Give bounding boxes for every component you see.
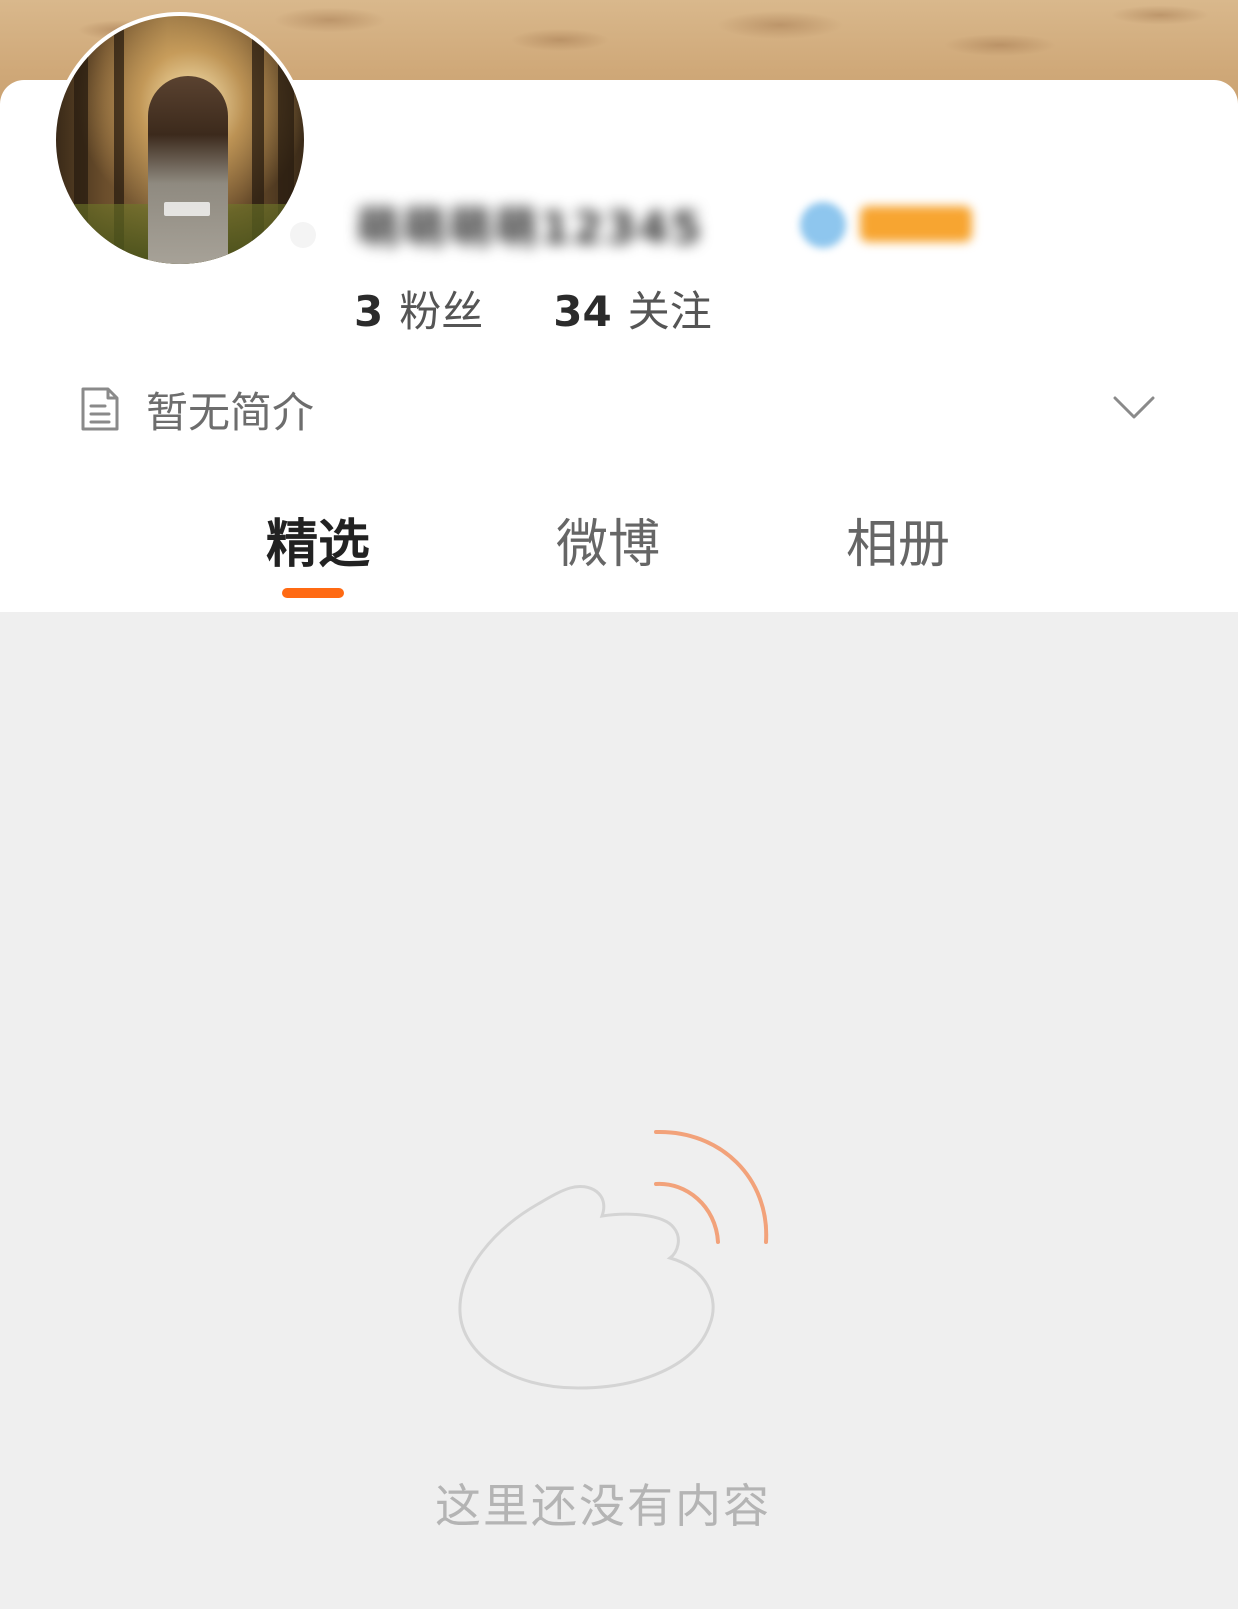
- following-count: 34: [553, 286, 612, 336]
- following-stat[interactable]: 34 关注: [553, 278, 711, 339]
- tab-featured[interactable]: 精选: [228, 510, 408, 580]
- bio-row[interactable]: 暂无简介: [78, 380, 1160, 438]
- bio-text: 暂无简介: [146, 387, 315, 437]
- weibo-logo-icon: [458, 1129, 769, 1390]
- tab-weibo[interactable]: 微博: [518, 510, 698, 580]
- active-tab-indicator: [282, 588, 344, 598]
- verified-badge: [800, 202, 846, 248]
- document-icon: [81, 387, 119, 431]
- member-level-badge[interactable]: [860, 206, 972, 242]
- username: 萌萌萌萌12345: [356, 203, 704, 254]
- avatar-edge-marker: [290, 222, 316, 248]
- profile-tabs: 精选 微博 相册: [0, 500, 1238, 612]
- followers-count: 3: [354, 286, 384, 336]
- following-label: 关注: [627, 286, 712, 336]
- empty-state-message: 这里还没有内容: [435, 1479, 771, 1533]
- profile-stats: 3 粉丝 34 关注: [354, 278, 782, 338]
- tab-album[interactable]: 相册: [808, 510, 988, 580]
- followers-label: 粉丝: [399, 286, 484, 336]
- followers-stat[interactable]: 3 粉丝: [354, 278, 483, 339]
- chevron-down-icon[interactable]: [1112, 392, 1156, 422]
- avatar[interactable]: [52, 12, 308, 268]
